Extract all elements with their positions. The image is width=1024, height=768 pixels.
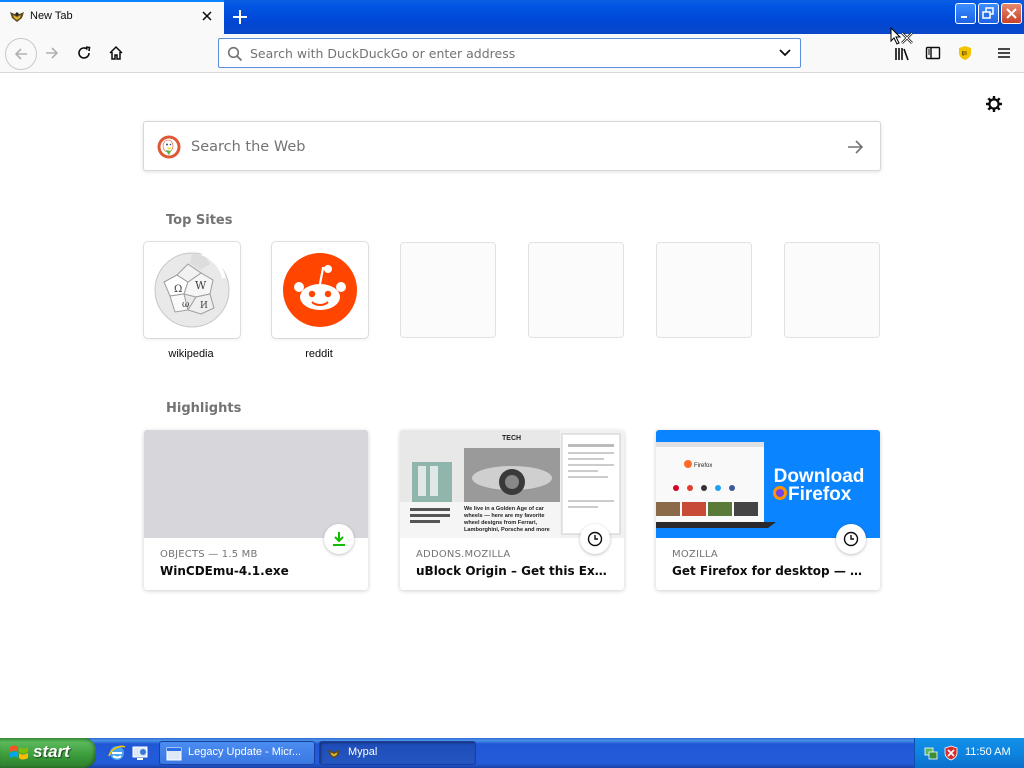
highlight-thumbnail: TECH We live in a Golden Age of car whee… bbox=[400, 430, 624, 538]
svg-text:W: W bbox=[195, 279, 207, 292]
sidebar-button[interactable] bbox=[920, 40, 948, 68]
mouse-cursor-icon bbox=[890, 27, 913, 45]
highlight-title: WinCDEmu-4.1.exe bbox=[160, 564, 289, 578]
minimize-icon bbox=[961, 16, 967, 18]
reddit-icon bbox=[283, 253, 357, 327]
visited-badge bbox=[580, 524, 610, 554]
show-desktop-icon[interactable] bbox=[131, 744, 149, 762]
address-input[interactable] bbox=[250, 44, 770, 62]
highlight-card-wincdemu[interactable]: OBJECTS — 1.5 MB WinCDEmu-4.1.exe bbox=[144, 430, 368, 590]
start-button[interactable]: start bbox=[0, 738, 96, 768]
reload-button[interactable] bbox=[71, 40, 99, 68]
download-badge bbox=[324, 524, 354, 554]
windows-flag-icon bbox=[10, 745, 28, 760]
clock-icon bbox=[587, 531, 603, 547]
ublock-origin-button[interactable] bbox=[952, 40, 980, 68]
highlight-card-firefox[interactable]: Firefox Download Firefox MOZILLA Get Fir… bbox=[656, 430, 880, 590]
new-tab-plus-icon[interactable] bbox=[228, 5, 252, 29]
back-button[interactable] bbox=[5, 38, 37, 70]
thumb-mini-title: Firefox bbox=[694, 463, 712, 469]
taskbar-item-legacy-update[interactable]: Legacy Update - Micr... bbox=[159, 741, 315, 765]
highlight-card-ublock[interactable]: TECH We live in a Golden Age of car whee… bbox=[400, 430, 624, 590]
top-site-empty-slot[interactable] bbox=[400, 242, 496, 338]
search-icon bbox=[227, 46, 243, 62]
top-site-empty-slot[interactable] bbox=[784, 242, 880, 338]
forward-button[interactable] bbox=[39, 40, 67, 68]
top-site-label: wikipedia bbox=[168, 348, 214, 360]
top-site-label: reddit bbox=[305, 348, 333, 360]
svg-text:ω: ω bbox=[182, 300, 189, 310]
highlight-context: MOZILLA bbox=[672, 549, 718, 560]
top-site-reddit[interactable] bbox=[272, 242, 368, 338]
url-bar[interactable] bbox=[218, 38, 801, 68]
task-label: Legacy Update - Micr... bbox=[188, 746, 302, 758]
gear-icon[interactable] bbox=[984, 94, 1004, 114]
thumb-line2: Firefox bbox=[788, 484, 852, 505]
top-sites-heading: Top Sites bbox=[166, 213, 233, 228]
tab-new-tab[interactable]: New Tab bbox=[0, 0, 224, 34]
web-search-box[interactable] bbox=[143, 121, 881, 171]
top-site-empty-slot[interactable] bbox=[528, 242, 624, 338]
close-window-icon bbox=[1006, 8, 1017, 19]
highlight-context: ADDONS.MOZILLA bbox=[416, 549, 511, 560]
tab-title: New Tab bbox=[30, 10, 73, 22]
top-site-empty-slot[interactable] bbox=[656, 242, 752, 338]
restore-icon bbox=[982, 7, 994, 19]
highlight-title: uBlock Origin – Get this Extension for F… bbox=[416, 564, 612, 578]
internet-explorer-icon[interactable] bbox=[108, 744, 126, 762]
top-site-wikipedia[interactable]: Ω W ω И bbox=[144, 242, 240, 338]
thumb-caption: We live in a Golden Age of car wheels — … bbox=[464, 506, 550, 533]
menu-button[interactable] bbox=[991, 40, 1019, 68]
minimize-button[interactable] bbox=[955, 3, 976, 24]
search-submit-arrow-icon[interactable] bbox=[846, 139, 864, 155]
title-bar: New Tab bbox=[0, 0, 1024, 34]
highlight-thumbnail bbox=[144, 430, 368, 538]
home-button[interactable] bbox=[103, 40, 131, 68]
back-arrow-icon bbox=[14, 48, 27, 60]
network-tray-icon[interactable] bbox=[923, 745, 939, 761]
taskbar-item-mypal[interactable]: Mypal bbox=[319, 741, 476, 765]
svg-text:И: И bbox=[200, 301, 208, 311]
search-input[interactable] bbox=[191, 136, 831, 158]
mypal-favicon-icon bbox=[10, 12, 24, 22]
forward-arrow-icon bbox=[46, 47, 59, 59]
task-label: Mypal bbox=[348, 746, 378, 758]
reload-icon bbox=[78, 46, 91, 59]
close-tab-icon[interactable] bbox=[199, 8, 215, 24]
taskbar-clock: 11:50 AM bbox=[965, 746, 1011, 758]
highlight-thumbnail: Firefox Download Firefox bbox=[656, 430, 880, 538]
highlight-context: OBJECTS — 1.5 MB bbox=[160, 549, 258, 560]
thumb-header: TECH bbox=[502, 435, 521, 442]
highlights-heading: Highlights bbox=[166, 401, 242, 416]
window-close-button[interactable] bbox=[1001, 3, 1022, 24]
legacy-update-icon bbox=[166, 747, 182, 761]
sidebar-icon bbox=[925, 46, 941, 60]
chevron-down-icon[interactable] bbox=[778, 48, 792, 58]
visited-badge bbox=[836, 524, 866, 554]
start-label: start bbox=[33, 742, 70, 761]
wikipedia-icon: Ω W ω И bbox=[154, 251, 230, 328]
highlight-title: Get Firefox for desktop — Mozilla bbox=[672, 564, 868, 578]
restore-button[interactable] bbox=[978, 3, 999, 24]
home-icon bbox=[109, 45, 123, 60]
mypal-icon bbox=[327, 749, 341, 759]
download-icon bbox=[333, 532, 345, 546]
security-shield-tray-icon[interactable] bbox=[943, 745, 959, 761]
windows-taskbar: start Legacy Update - Micr... Mypal 11:5… bbox=[0, 738, 1024, 768]
svg-text:Ω: Ω bbox=[174, 284, 182, 295]
navigation-toolbar bbox=[0, 34, 1024, 73]
duckduckgo-logo-icon bbox=[157, 135, 181, 159]
ublock-shield-icon bbox=[959, 46, 971, 60]
hamburger-menu-icon bbox=[998, 48, 1010, 58]
system-tray: 11:50 AM bbox=[914, 738, 1024, 768]
clock-icon bbox=[843, 531, 859, 547]
